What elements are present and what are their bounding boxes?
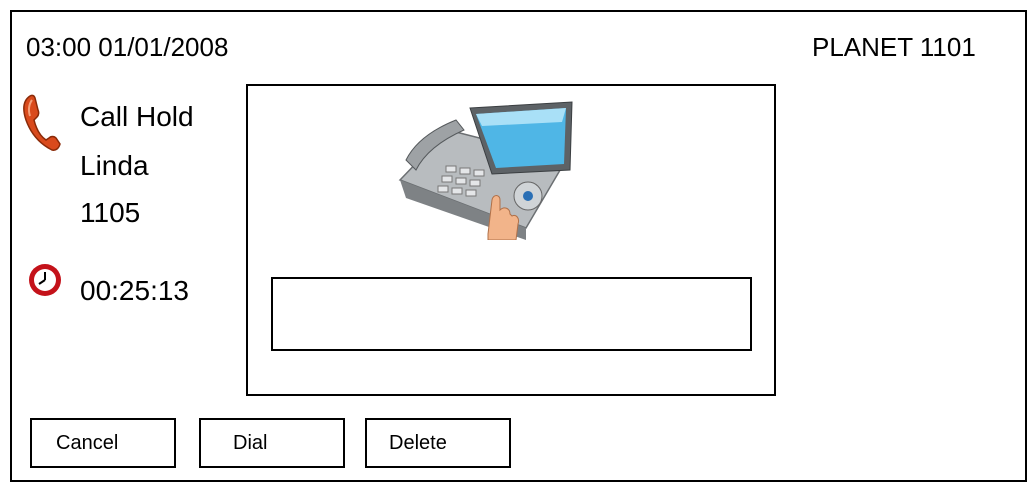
date-time: 03:00 01/01/2008 [26,32,229,62]
phone-handset-icon [23,94,61,151]
delete-button[interactable]: Delete [365,418,511,468]
call-duration: 00:25:13 [80,275,189,306]
dial-panel [246,84,776,396]
device-name: PLANET 1101 [812,32,976,62]
number-input[interactable] [271,277,752,351]
dial-button[interactable]: Dial [199,418,345,468]
contact-extension: 1105 [80,197,141,228]
ip-phone-illustration [398,101,573,240]
cancel-button[interactable]: Cancel [30,418,176,468]
clock-icon [29,264,61,296]
call-status: Call Hold [80,101,194,132]
contact-name: Linda [80,150,149,181]
